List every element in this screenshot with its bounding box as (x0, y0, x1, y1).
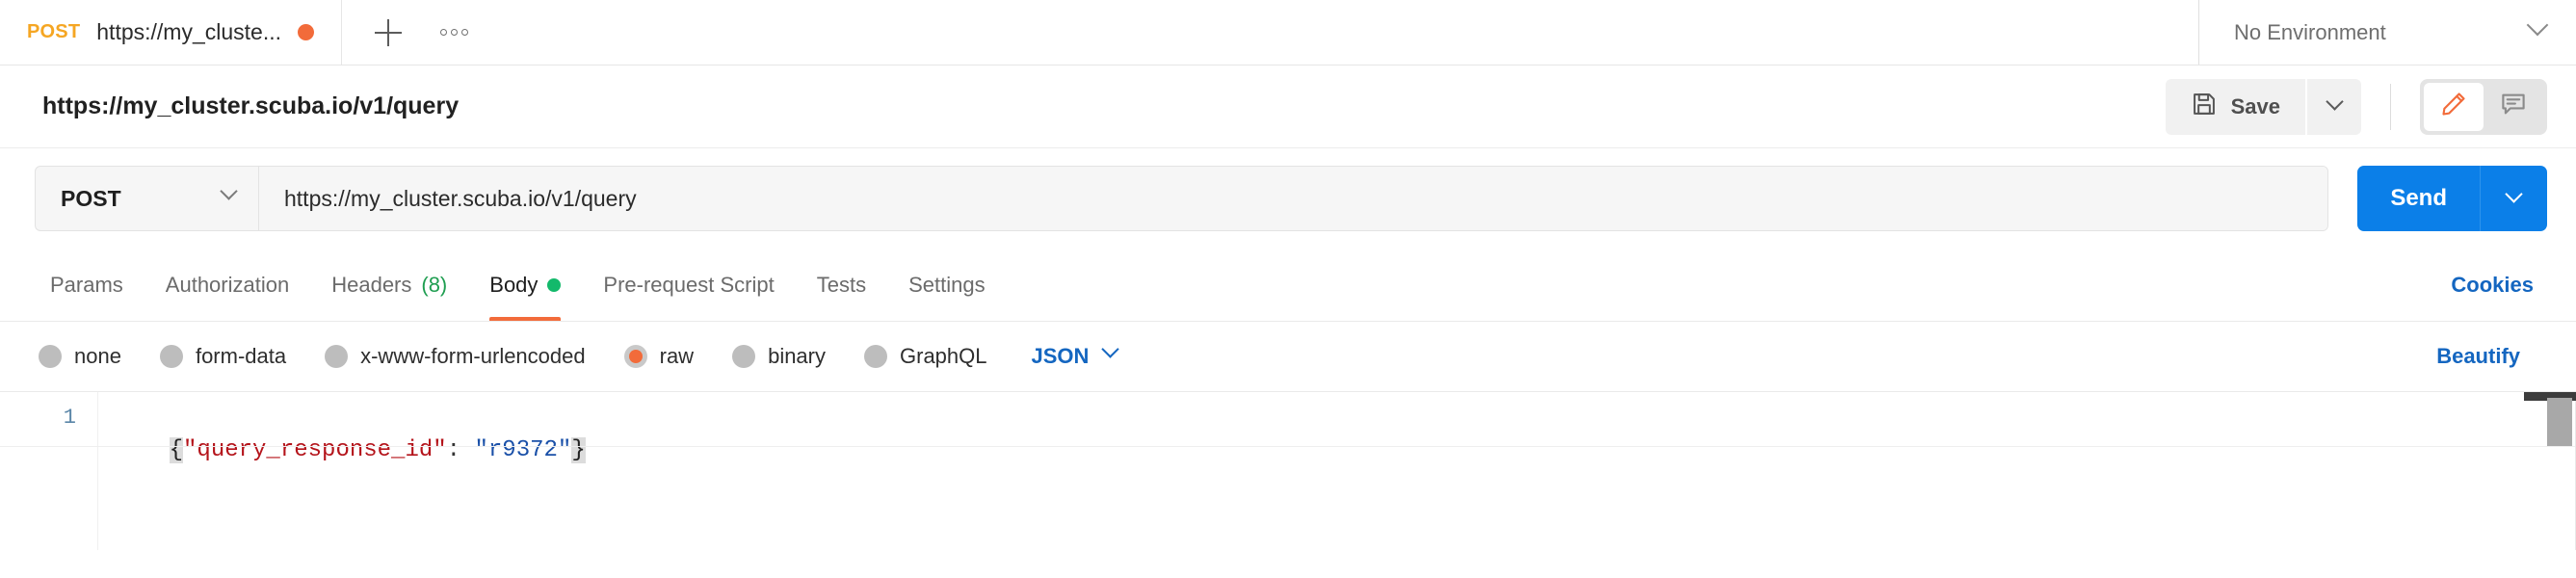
comments-button[interactable] (2484, 83, 2543, 131)
body-type-row: none form-data x-www-form-urlencoded raw… (0, 322, 2576, 391)
view-mode-toggle-group (2420, 78, 2547, 135)
json-colon: : (446, 437, 461, 463)
body-type-label: form-data (195, 344, 287, 368)
ellipsis-horizontal-icon (439, 29, 468, 36)
body-type-graphql[interactable]: GraphQL (864, 344, 987, 369)
cookies-link[interactable]: Cookies (2437, 249, 2547, 321)
tab-label: Body (489, 272, 539, 297)
editor-line-number-gutter: 1 (0, 392, 98, 550)
save-button[interactable]: Save (2166, 79, 2305, 135)
request-section-tabs: Params Authorization Headers (8) Body Pr… (0, 249, 2576, 322)
comment-icon (2499, 90, 2528, 123)
environment-selector[interactable]: No Environment (2198, 0, 2576, 65)
tab-authorization[interactable]: Authorization (145, 249, 310, 321)
tab-params[interactable]: Params (29, 249, 145, 321)
request-body-editor[interactable]: 1 {"query_response_id": "r9372"} (0, 391, 2576, 550)
json-key: "query_response_id" (183, 437, 447, 463)
body-present-dot (547, 277, 562, 292)
radio-icon (159, 345, 183, 368)
http-method-select[interactable]: POST (36, 167, 259, 230)
save-options-button[interactable] (2305, 78, 2361, 135)
tab-bar-actions (342, 0, 2198, 65)
request-title-row: https://my_cluster.scuba.io/v1/query Sav… (0, 66, 2576, 148)
new-tab-button[interactable] (363, 8, 413, 58)
body-type-radio-group: none form-data x-www-form-urlencoded raw… (39, 340, 1120, 369)
tab-list: Params Authorization Headers (8) Body Pr… (29, 249, 1007, 321)
request-tab-method: POST (27, 21, 81, 42)
send-button[interactable]: Send (2357, 166, 2480, 231)
radio-icon (39, 345, 62, 368)
tab-pre-request-script[interactable]: Pre-request Script (582, 249, 795, 321)
chevron-down-icon (2505, 184, 2523, 203)
unsaved-changes-dot (298, 24, 315, 40)
body-type-none[interactable]: none (39, 344, 121, 369)
chevron-down-icon (1101, 340, 1120, 365)
page-title: https://my_cluster.scuba.io/v1/query (42, 92, 460, 119)
http-method-value: POST (61, 185, 121, 211)
json-open-brace: { (169, 437, 184, 463)
pencil-icon (2439, 90, 2468, 123)
url-bar: POST (35, 166, 2329, 231)
environment-selector-label: No Environment (2234, 19, 2386, 44)
body-type-label: x-www-form-urlencoded (360, 344, 586, 368)
tab-settings[interactable]: Settings (887, 249, 1007, 321)
tab-label: Tests (816, 272, 867, 297)
request-tab-post-query[interactable]: POST https://my_cluste... (0, 0, 343, 65)
send-button-label: Send (2390, 185, 2447, 211)
tab-more-actions-button[interactable] (429, 8, 479, 58)
editor-code-area[interactable]: {"query_response_id": "r9372"} (98, 392, 2576, 550)
body-type-form-data[interactable]: form-data (159, 344, 287, 369)
tab-headers[interactable]: Headers (8) (310, 249, 468, 321)
body-format-value: JSON (1031, 344, 1090, 368)
radio-icon (325, 345, 349, 368)
send-options-button[interactable] (2480, 166, 2547, 231)
radio-icon (864, 345, 887, 368)
line-number: 1 (63, 406, 76, 430)
tab-label: Params (50, 272, 123, 297)
body-format-select[interactable]: JSON (1031, 340, 1120, 369)
editor-scrollbar-thumb[interactable] (2547, 398, 2572, 446)
edit-mode-button[interactable] (2424, 82, 2484, 131)
tab-label: Settings (908, 272, 986, 297)
body-type-label: GraphQL (900, 344, 987, 368)
beautify-button[interactable]: Beautify (2423, 344, 2534, 369)
chevron-down-icon (220, 182, 238, 207)
chevron-down-icon (2325, 92, 2344, 111)
headers-count-badge: (8) (421, 272, 448, 297)
editor-line-separator (0, 446, 2576, 447)
request-url-row: POST Send (0, 148, 2576, 249)
tab-label: Authorization (165, 272, 290, 297)
save-button-label: Save (2230, 93, 2280, 118)
request-tab-bar: POST https://my_cluste... No Environment (0, 0, 2576, 66)
body-type-label: raw (659, 344, 695, 368)
request-tab-title: https://my_cluste... (96, 19, 282, 44)
send-button-group: Send (2357, 166, 2547, 231)
floppy-disk-icon (2191, 91, 2218, 122)
tab-body[interactable]: Body (468, 249, 582, 321)
json-close-brace: } (571, 437, 586, 463)
body-type-binary[interactable]: binary (732, 344, 826, 369)
toolbar-divider (2390, 83, 2391, 130)
request-url-input[interactable] (259, 167, 2328, 230)
tab-label: Pre-request Script (603, 272, 775, 297)
body-type-raw[interactable]: raw (623, 344, 695, 369)
body-type-label: binary (768, 344, 826, 368)
save-button-group: Save (2165, 78, 2361, 135)
body-type-x-www-form-urlencoded[interactable]: x-www-form-urlencoded (325, 344, 586, 369)
plus-icon (375, 18, 403, 46)
tab-tests[interactable]: Tests (796, 249, 887, 321)
chevron-down-icon (2526, 13, 2549, 42)
json-string-value: "r9372" (474, 437, 572, 463)
radio-icon-selected (623, 345, 647, 368)
request-title-actions: Save (2165, 78, 2547, 135)
json-space (460, 437, 474, 463)
radio-icon (732, 345, 756, 368)
tab-label: Headers (331, 272, 412, 297)
body-type-label: none (74, 344, 121, 368)
